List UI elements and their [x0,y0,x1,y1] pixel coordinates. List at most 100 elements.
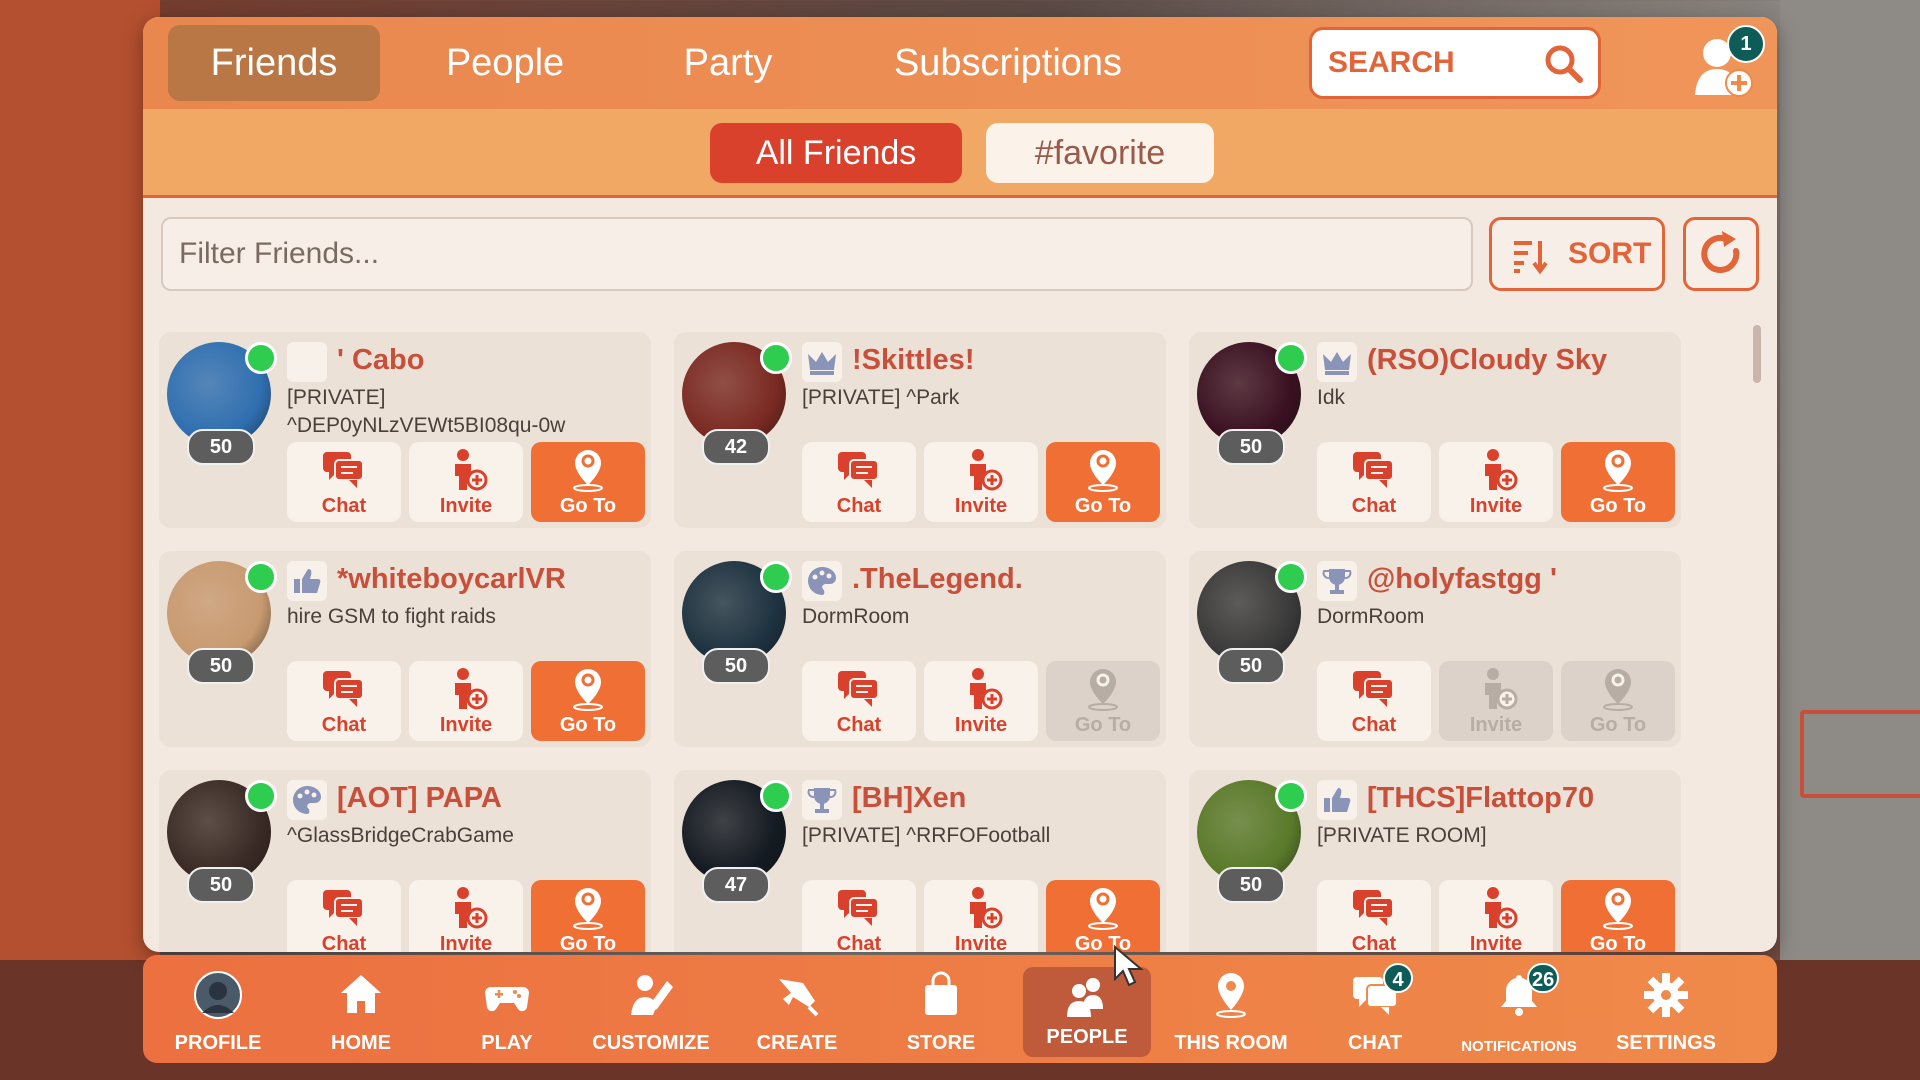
go-to-button-label: Go To [559,933,617,952]
friends-list-scrollbar[interactable] [1753,325,1761,383]
level-badge: 50 [1217,429,1285,465]
chat-button[interactable]: Chat [802,442,916,522]
nav-create[interactable]: CREATE [733,955,861,1063]
friend-card[interactable]: 50 ' Cabo [PRIVATE] ^DEP0yNLzVEWt5BI08qu-0… [159,332,651,528]
chat-button[interactable]: Chat [287,442,401,522]
tab-friends[interactable]: Friends [168,25,380,101]
sort-icon [1514,241,1548,275]
chat-button[interactable]: Chat [1317,661,1431,741]
tab-people[interactable]: People [415,25,595,101]
chat-button[interactable]: Chat [802,661,916,741]
friend-card[interactable]: 42 !Skittles! [PRIVATE] ^Park Chat Invite … [674,332,1166,528]
friend-name[interactable]: [AOT] PAPA [337,782,502,815]
invite-button[interactable]: Invite [1439,880,1553,952]
nav-play[interactable]: PLAY [443,955,571,1063]
background-wall-left [0,0,160,1080]
chat-icon [323,452,364,488]
nav-home[interactable]: HOME [297,955,425,1063]
invite-button[interactable]: Invite [1439,661,1553,741]
nav-label: THIS ROOM [1174,1032,1288,1054]
level-badge: 50 [1217,867,1285,903]
go-to-button[interactable]: Go To [1561,880,1675,952]
sort-button[interactable]: SORT [1489,217,1665,291]
nav-label: PROFILE [174,1032,262,1054]
chat-icon [1353,452,1394,488]
invite-button[interactable]: Invite [409,880,523,952]
friend-name[interactable]: .TheLegend. [852,563,1023,596]
friend-name[interactable]: *whiteboycarlVR [337,563,566,596]
people-icon [1067,978,1103,1017]
chat-button[interactable]: Chat [1317,880,1431,952]
friend-requests-badge: 1 [1727,25,1765,63]
gamepad-icon [485,987,529,1012]
friend-name[interactable]: ' Cabo [337,344,424,377]
level-badge: 50 [187,429,255,465]
nav-store[interactable]: STORE [877,955,1005,1063]
go-to-button[interactable]: Go To [531,880,645,952]
chat-button-label: Chat [836,714,882,736]
go-to-button[interactable]: Go To [531,661,645,741]
tab-subscriptions[interactable]: Subscriptions [868,25,1148,101]
chat-button[interactable]: Chat [287,661,401,741]
nav-this-room[interactable]: THIS ROOM [1167,955,1295,1063]
chat-button[interactable]: Chat [1317,442,1431,522]
nav-badge: 26 [1527,963,1560,993]
friend-card[interactable]: 50 @holyfastgg ' DormRoom Chat Invite Go T… [1189,551,1681,747]
location-pin-icon [1603,669,1633,711]
friend-card[interactable]: 50 (RSO)Cloudy Sky Idk Chat Invite Go To [1189,332,1681,528]
chat-button[interactable]: Chat [287,880,401,952]
go-to-button-label: Go To [559,495,617,517]
invite-button[interactable]: Invite [924,661,1038,741]
invite-person-icon [455,668,488,710]
friend-room-status: DormRoom [802,605,910,628]
friend-card[interactable]: 50 [AOT] PAPA ^GlassBridgeCrabGame Chat In… [159,770,651,952]
friend-room-status: [PRIVATE] ^Park [802,386,960,409]
rank-badge-trophy-icon [802,780,842,820]
friend-name[interactable]: @holyfastgg ' [1367,563,1557,596]
go-to-button[interactable]: Go To [1046,661,1160,741]
invite-button[interactable]: Invite [924,442,1038,522]
nav-chat[interactable]: CHAT 4 [1311,955,1439,1063]
subtab-favorite[interactable]: #favorite [986,123,1214,183]
invite-button[interactable]: Invite [924,880,1038,952]
subtab-all-friends[interactable]: All Friends [710,123,962,183]
go-to-button[interactable]: Go To [1561,661,1675,741]
trophy-icon [1322,569,1352,594]
nav-notifications[interactable]: NOTIFICATIONS 26 [1455,955,1583,1063]
friend-name[interactable]: (RSO)Cloudy Sky [1367,344,1607,377]
invite-button[interactable]: Invite [409,442,523,522]
go-to-button-label: Go To [559,714,617,736]
chat-button[interactable]: Chat [802,880,916,952]
search-players-button[interactable]: SEARCH PLAYERS [1309,27,1601,145]
tab-party[interactable]: Party [653,25,803,101]
home-icon [341,975,381,1013]
go-to-button[interactable]: Go To [531,442,645,522]
go-to-button[interactable]: Go To [1046,442,1160,522]
friend-card[interactable]: 50 [THCS]Flattop70 [PRIVATE ROOM] Chat Inv… [1189,770,1681,952]
friend-name[interactable]: [THCS]Flattop70 [1367,782,1594,815]
friend-card[interactable]: 47 [BH]Xen [PRIVATE] ^RRFOFootball Chat In… [674,770,1166,952]
invite-person-icon [970,668,1003,710]
friend-name[interactable]: [BH]Xen [852,782,966,815]
nav-profile[interactable]: PROFILE [154,955,282,1063]
online-indicator [245,780,277,812]
go-to-button[interactable]: Go To [1561,442,1675,522]
filter-friends-input[interactable]: Filter Friends... [161,217,1473,291]
invite-button-label: Invite [1469,714,1523,736]
sort-label: SORT [1568,237,1652,270]
friend-card[interactable]: 50 *whiteboycarlVR hire GSM to fight raids… [159,551,651,747]
nav-settings[interactable]: SETTINGS [1602,955,1730,1063]
go-to-button[interactable]: Go To [1046,880,1160,952]
friend-card[interactable]: 50 .TheLegend. DormRoom Chat Invite Go To [674,551,1166,747]
invite-button-label: Invite [954,495,1008,517]
nav-label: CUSTOMIZE [592,1032,710,1054]
invite-button[interactable]: Invite [1439,442,1553,522]
friend-requests-button[interactable]: 1 [1693,25,1765,99]
rank-badge-thumbs-up-icon [1317,780,1357,820]
refresh-button[interactable] [1683,217,1759,291]
invite-button[interactable]: Invite [409,661,523,741]
friend-name[interactable]: !Skittles! [852,344,974,377]
nav-label: HOME [331,1032,391,1054]
nav-label: CREATE [756,1032,838,1054]
nav-customize[interactable]: CUSTOMIZE [587,955,715,1063]
